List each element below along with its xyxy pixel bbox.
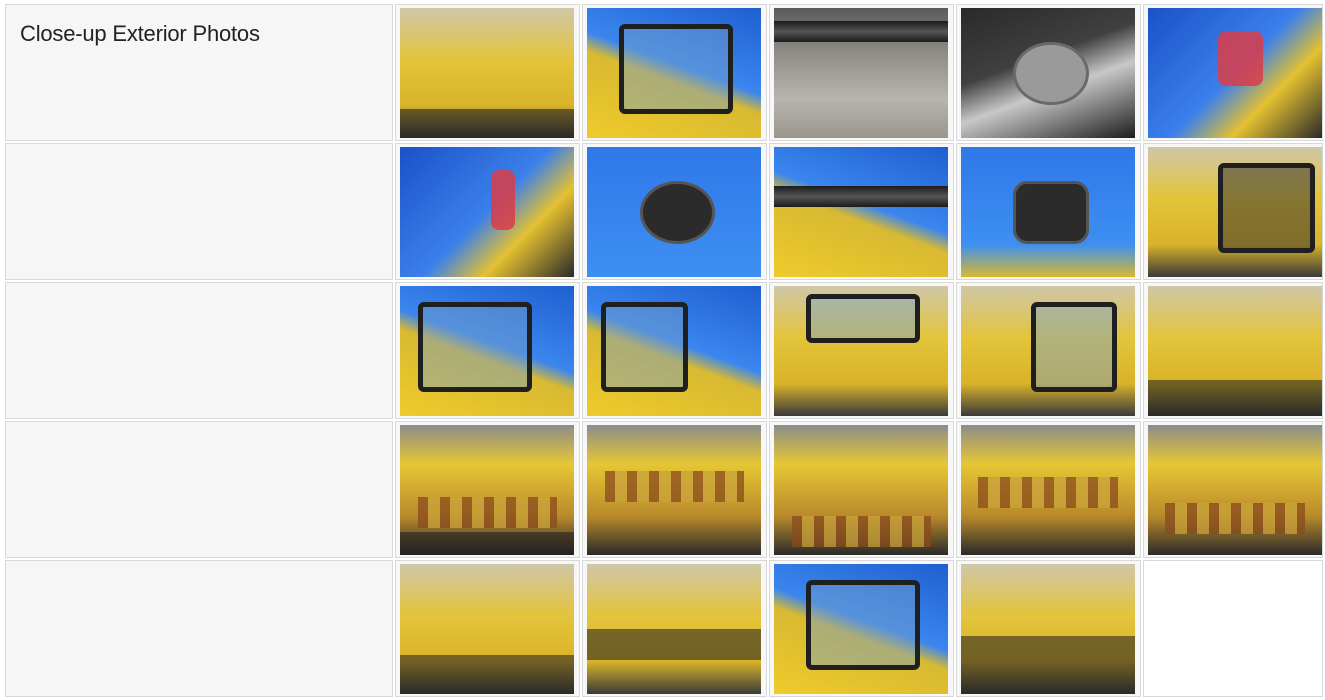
photo-cell[interactable] [395, 421, 581, 558]
photo-thumbnail-square-work-light[interactable] [961, 147, 1136, 277]
photo-cell[interactable] [395, 282, 581, 419]
empty-label-cell [5, 421, 394, 558]
photo-thumbnail-hyster-side-panel[interactable] [400, 425, 575, 555]
photo-cell[interactable] [582, 143, 768, 280]
photo-thumbnail-cab-front-left[interactable] [400, 286, 575, 416]
empty-label-cell [5, 560, 394, 697]
exterior-photo-table: Close-up Exterior Photos [3, 2, 1325, 699]
table-row [5, 560, 1323, 697]
photo-cell[interactable] [769, 143, 955, 280]
photo-cell[interactable] [1142, 421, 1323, 558]
photo-thumbnail-rear-tail-light[interactable] [1147, 8, 1322, 138]
table-row [5, 143, 1323, 280]
photo-thumbnail-step-plate[interactable] [774, 8, 949, 138]
photo-cell[interactable] [769, 4, 955, 141]
table-row [5, 421, 1323, 558]
empty-label-cell [5, 143, 394, 280]
photo-thumbnail-rear-corner-rust[interactable] [587, 425, 762, 555]
photo-cell[interactable] [395, 143, 581, 280]
photo-cell[interactable] [582, 4, 768, 141]
photo-cell[interactable] [769, 421, 955, 558]
photo-thumbnail-rear-counterweight[interactable] [961, 425, 1136, 555]
photo-cell[interactable] [582, 560, 768, 697]
photo-thumbnail-top-counterweight[interactable] [774, 425, 949, 555]
empty-photo-cell [1142, 560, 1323, 697]
photo-thumbnail-cab-side-panel[interactable] [1147, 147, 1322, 277]
photo-cell[interactable] [956, 560, 1141, 697]
photo-thumbnail-cab-side-window[interactable] [961, 286, 1136, 416]
photo-cell[interactable] [956, 143, 1141, 280]
photo-thumbnail-work-light-mount[interactable] [961, 8, 1136, 138]
section-label-cell: Close-up Exterior Photos [5, 4, 394, 141]
photo-cell[interactable] [1142, 4, 1323, 141]
photo-cell[interactable] [769, 282, 955, 419]
section-label: Close-up Exterior Photos [20, 21, 260, 46]
photo-cell[interactable] [395, 4, 581, 141]
photo-cell[interactable] [769, 560, 955, 697]
photo-thumbnail-rear-view-wide[interactable] [961, 564, 1136, 694]
empty-label-cell [5, 282, 394, 419]
table-row [5, 282, 1323, 419]
photo-cell[interactable] [1142, 282, 1323, 419]
photo-cell[interactable] [582, 421, 768, 558]
photo-thumbnail-led-light-bar[interactable] [774, 147, 949, 277]
photo-thumbnail-cab-door-open[interactable] [587, 286, 762, 416]
photo-cell[interactable] [956, 282, 1141, 419]
photo-cell[interactable] [582, 282, 768, 419]
photo-thumbnail-cab-rear-door[interactable] [774, 286, 949, 416]
photo-cell[interactable] [956, 4, 1141, 141]
photo-thumbnail-rear-quarter[interactable] [1147, 425, 1322, 555]
photo-cell[interactable] [395, 560, 581, 697]
photo-thumbnail-lower-side-panel[interactable] [587, 564, 762, 694]
table-row: Close-up Exterior Photos [5, 4, 1323, 141]
photo-thumbnail-counterweight-step[interactable] [1147, 286, 1322, 416]
photo-thumbnail-cab-front-wide[interactable] [774, 564, 949, 694]
photo-cell[interactable] [1142, 143, 1323, 280]
photo-thumbnail-tail-light-left[interactable] [400, 147, 575, 277]
photo-thumbnail-side-decal[interactable] [400, 564, 575, 694]
photo-cell[interactable] [956, 421, 1141, 558]
photo-thumbnail-cab-roof[interactable] [400, 8, 575, 138]
photo-thumbnail-cab-door-side[interactable] [587, 8, 762, 138]
photo-thumbnail-round-work-light[interactable] [587, 147, 762, 277]
